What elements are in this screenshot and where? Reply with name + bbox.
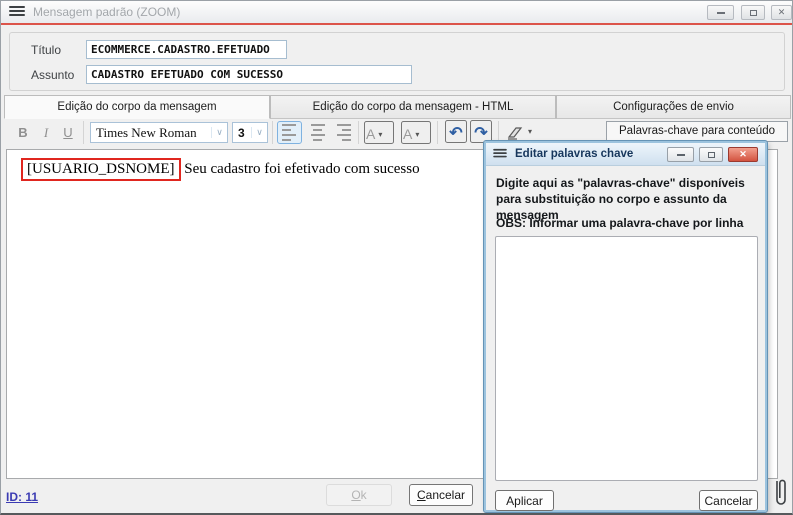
- mensagem-padrao-window: Mensagem padrão (ZOOM) ✕ Título Assunto …: [0, 0, 793, 515]
- dialog-titlebar: Editar palavras chave: [486, 143, 765, 166]
- chevron-down-icon: ∨: [211, 127, 227, 138]
- dropdown-arrow-icon: ▾: [528, 127, 532, 136]
- align-left-icon: [282, 124, 296, 126]
- redo-button[interactable]: ↷: [470, 120, 492, 143]
- align-right-icon: [337, 124, 351, 126]
- font-family-select[interactable]: Times New Roman ∨: [90, 122, 228, 143]
- ok-button[interactable]: Ok: [326, 484, 392, 506]
- maximize-button[interactable]: [741, 5, 765, 20]
- align-center-button[interactable]: [305, 121, 330, 144]
- font-color-button[interactable]: A▾: [364, 121, 394, 144]
- toolbar-separator: [272, 121, 273, 144]
- align-center-icon: [311, 124, 325, 126]
- dialog-note: OBS: Informar uma palavra-chave por linh…: [496, 215, 743, 231]
- align-left-button[interactable]: [277, 121, 302, 144]
- tab-edicao-corpo-mensagem[interactable]: Edição do corpo da mensagem: [4, 95, 270, 119]
- toolbar-separator: [83, 121, 84, 144]
- toolbar-separator: [437, 121, 438, 144]
- chevron-down-icon: ∨: [251, 127, 267, 138]
- dialog-instruction-line1: Digite aqui as "palavras-chave" disponív…: [496, 175, 745, 191]
- bold-button[interactable]: B: [13, 121, 33, 144]
- dropdown-arrow-icon: ▾: [415, 130, 419, 139]
- titulo-label: Título: [31, 43, 61, 57]
- titlebar-accent-line: [1, 23, 793, 25]
- font-size-select[interactable]: 3 ∨: [232, 122, 268, 143]
- keywords-content-button[interactable]: Palavras-chave para conteúdo variável: [606, 121, 788, 142]
- minimize-button[interactable]: [707, 5, 734, 20]
- window-title: Mensagem padrão (ZOOM): [33, 5, 180, 19]
- font-size-value: 3: [233, 126, 251, 140]
- cancel-button[interactable]: Cancelar: [409, 484, 473, 506]
- toolbar-separator: [358, 121, 359, 144]
- record-id-link[interactable]: ID: 11: [6, 490, 38, 504]
- assunto-input[interactable]: [86, 65, 412, 84]
- highlighted-keyword-annotation: [USUARIO_DSNOME]: [21, 158, 181, 181]
- undo-button[interactable]: ↶: [445, 120, 467, 143]
- titulo-input[interactable]: [86, 40, 287, 59]
- edit-keywords-dialog: Editar palavras chave ✕ Digite aqui as "…: [484, 141, 767, 512]
- eraser-icon: [505, 125, 525, 141]
- assunto-label: Assunto: [31, 68, 74, 82]
- close-button[interactable]: ✕: [771, 5, 792, 20]
- paperclip-icon[interactable]: [769, 475, 791, 509]
- menu-icon[interactable]: [9, 6, 25, 18]
- keywords-textarea[interactable]: [495, 236, 758, 481]
- align-right-button[interactable]: [330, 121, 355, 144]
- apply-button[interactable]: Aplicar: [495, 490, 554, 511]
- dialog-maximize-button[interactable]: [699, 147, 723, 162]
- font-family-value: Times New Roman: [91, 125, 211, 141]
- underline-button[interactable]: U: [58, 121, 78, 144]
- dialog-minimize-button[interactable]: [667, 147, 694, 162]
- tab-configuracoes-envio[interactable]: Configurações de envio: [556, 95, 791, 119]
- dialog-cancel-button[interactable]: Cancelar: [699, 490, 758, 511]
- fill-color-button[interactable]: A▾: [401, 121, 431, 144]
- menu-icon[interactable]: [493, 149, 507, 159]
- italic-button[interactable]: I: [37, 121, 55, 144]
- tab-edicao-corpo-mensagem-html[interactable]: Edição do corpo da mensagem - HTML: [270, 95, 556, 119]
- dialog-title: Editar palavras chave: [515, 148, 633, 160]
- dropdown-arrow-icon: ▾: [378, 130, 382, 139]
- dialog-close-button[interactable]: ✕: [728, 147, 758, 162]
- editor-text: Seu cadastro foi efetivado com sucesso: [181, 161, 420, 177]
